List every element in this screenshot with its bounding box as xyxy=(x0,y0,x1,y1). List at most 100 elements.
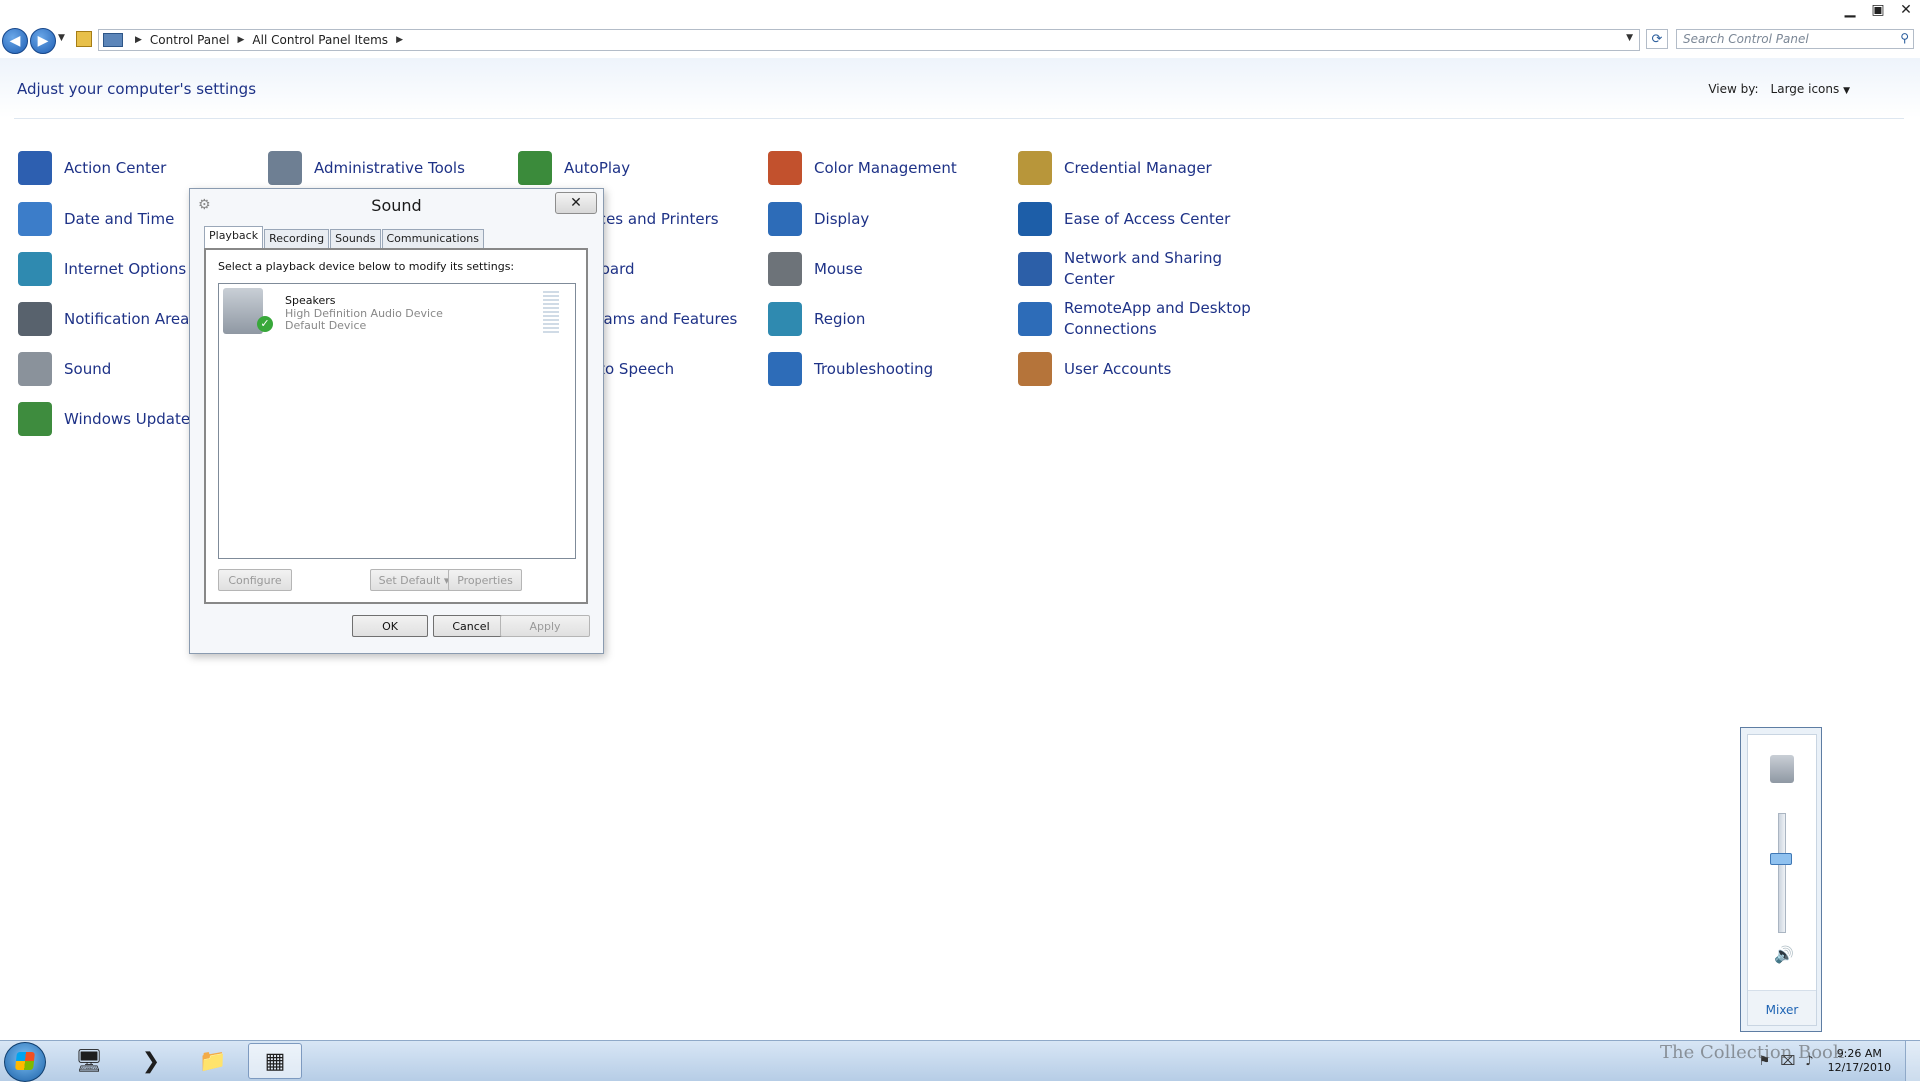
properties-button[interactable]: Properties xyxy=(448,569,522,591)
explorer-icon[interactable]: 📁 xyxy=(186,1043,240,1079)
ease-of-access-icon xyxy=(1018,202,1052,236)
set-default-button[interactable]: Set Default ▾ xyxy=(370,569,458,591)
mixer-link[interactable]: Mixer xyxy=(1748,1003,1816,1017)
speaker-icon xyxy=(18,352,52,386)
mute-speaker-icon[interactable]: 🔊 xyxy=(1774,945,1794,964)
cp-item-label: RemoteApp and Desktop Connections xyxy=(1064,299,1251,338)
cp-item-troubleshooting[interactable]: Troubleshooting xyxy=(768,347,1008,391)
mixer-area: Mixer xyxy=(1748,990,1816,1025)
admin-tools-icon xyxy=(268,151,302,185)
playback-panel: Select a playback device below to modify… xyxy=(204,248,588,604)
color-management-icon xyxy=(768,151,802,185)
minimize-button[interactable]: ▁ xyxy=(1836,0,1864,20)
device-row-speakers[interactable]: ✓ Speakers High Definition Audio Device … xyxy=(221,286,567,338)
cp-item-label: User Accounts xyxy=(1064,359,1172,378)
apply-button[interactable]: Apply xyxy=(500,615,590,637)
chevron-right-icon[interactable]: ▶ xyxy=(396,35,403,45)
control-panel-icon[interactable]: ▦ xyxy=(248,1043,302,1079)
view-by: View by: Large icons ▼ xyxy=(1708,82,1850,96)
autoplay-icon xyxy=(518,151,552,185)
chevron-right-icon[interactable]: ▶ xyxy=(238,35,245,45)
chevron-down-icon[interactable]: ▼ xyxy=(1843,86,1850,96)
calendar-icon xyxy=(18,202,52,236)
device-name: Speakers xyxy=(285,294,336,307)
cp-item-label: Troubleshooting xyxy=(814,359,934,378)
cp-item-remoteapp-and-desktop-connections[interactable]: RemoteApp and Desktop Connections xyxy=(1018,297,1258,341)
cp-item-label: Credential Manager xyxy=(1064,158,1212,177)
set-default-label: Set Default xyxy=(378,574,441,587)
view-by-label: View by: xyxy=(1708,82,1759,96)
troubleshooting-icon xyxy=(768,352,802,386)
cp-item-action-center[interactable]: Action Center xyxy=(18,146,258,190)
cp-item-display[interactable]: Display xyxy=(768,197,1008,241)
taskbar: 🖥 ❯ 📁 ▦ ⚑ ⌧ ♪ 9:26 AM 12/17/2010 xyxy=(0,1040,1920,1082)
recent-pages-dropdown-icon[interactable]: ▼ xyxy=(58,33,65,43)
tab-recording[interactable]: Recording xyxy=(264,229,330,248)
forward-button[interactable]: ▶ xyxy=(30,28,56,54)
volume-slider-track[interactable] xyxy=(1778,813,1786,933)
search-placeholder: Search Control Panel xyxy=(1683,32,1809,46)
control-panel-icon xyxy=(103,33,123,47)
windows-update-icon xyxy=(18,402,52,436)
level-meter xyxy=(543,291,559,333)
network-icon xyxy=(1018,252,1052,286)
tab-communications[interactable]: Communications xyxy=(381,229,484,248)
cp-item-label: Color Management xyxy=(814,158,957,177)
back-button[interactable]: ◀ xyxy=(2,28,28,54)
dialog-titlebar[interactable]: ⚙ Sound ✕ xyxy=(190,189,603,219)
cancel-button[interactable]: Cancel xyxy=(433,615,509,637)
start-button[interactable] xyxy=(4,1042,46,1082)
maximize-button[interactable]: ▣ xyxy=(1864,0,1892,20)
cp-item-label: Mouse xyxy=(814,259,863,278)
cp-item-label: Network and Sharing Center xyxy=(1064,249,1222,288)
show-desktop-button[interactable] xyxy=(1905,1041,1920,1081)
cp-item-network-and-sharing-center[interactable]: Network and Sharing Center xyxy=(1018,247,1258,291)
speaker-icon[interactable] xyxy=(1770,755,1794,783)
view-by-value[interactable]: Large icons xyxy=(1771,82,1840,96)
up-folder-icon[interactable] xyxy=(76,31,92,47)
breadcrumb-control-panel[interactable]: Control Panel xyxy=(150,33,230,47)
powershell-icon[interactable]: ❯ xyxy=(124,1043,178,1079)
address-dropdown-icon[interactable]: ▼ xyxy=(1626,33,1633,43)
device-list[interactable]: ✓ Speakers High Definition Audio Device … xyxy=(218,283,576,559)
view-by-dropdown[interactable]: Large icons ▼ xyxy=(1771,82,1850,96)
cp-item-user-accounts[interactable]: User Accounts xyxy=(1018,347,1258,391)
chevron-right-icon[interactable]: ▶ xyxy=(135,35,142,45)
volume-slider-thumb[interactable] xyxy=(1770,852,1792,865)
sound-dialog: ⚙ Sound ✕ Playback Recording Sounds Comm… xyxy=(189,188,604,654)
cp-item-label: Administrative Tools xyxy=(314,158,465,177)
navigation-bar: ◀ ▶ ▼ ▶ Control Panel ▶ All Control Pane… xyxy=(0,25,1920,55)
device-status: Default Device xyxy=(285,319,367,332)
cp-item-label: Windows Update xyxy=(64,409,191,428)
cp-item-autoplay[interactable]: AutoPlay xyxy=(518,146,758,190)
configure-button[interactable]: Configure xyxy=(218,569,292,591)
cp-item-color-management[interactable]: Color Management xyxy=(768,146,1008,190)
address-bar[interactable]: ▶ Control Panel ▶ All Control Panel Item… xyxy=(98,29,1640,51)
close-window-button[interactable]: ✕ xyxy=(1892,0,1920,20)
cp-item-ease-of-access-center[interactable]: Ease of Access Center xyxy=(1018,197,1258,241)
flag-icon xyxy=(18,151,52,185)
tab-playback[interactable]: Playback xyxy=(204,226,264,248)
server-manager-icon[interactable]: 🖥 xyxy=(62,1043,116,1079)
cp-item-region[interactable]: Region xyxy=(768,297,1008,341)
mouse-icon xyxy=(768,252,802,286)
cp-item-label: Display xyxy=(814,209,870,228)
refresh-button[interactable]: ⟳ xyxy=(1646,29,1668,49)
cp-item-credential-manager[interactable]: Credential Manager xyxy=(1018,146,1258,190)
users-icon xyxy=(1018,352,1052,386)
dialog-tabs: Playback Recording Sounds Communications xyxy=(204,226,485,248)
watermark: The Collection Book xyxy=(1660,1042,1844,1063)
volume-flyout: 🔊 Mixer xyxy=(1740,727,1822,1032)
globe-icon xyxy=(18,252,52,286)
page-title: Adjust your computer's settings xyxy=(17,80,257,98)
windows-logo-icon xyxy=(15,1052,35,1070)
breadcrumb-all-items[interactable]: All Control Panel Items xyxy=(252,33,388,47)
close-button[interactable]: ✕ xyxy=(555,192,597,214)
search-input[interactable]: Search Control Panel ⚲ xyxy=(1676,29,1914,49)
cp-item-mouse[interactable]: Mouse xyxy=(768,247,1008,291)
cp-item-administrative-tools[interactable]: Administrative Tools xyxy=(268,146,508,190)
tab-sounds[interactable]: Sounds xyxy=(330,229,381,248)
credential-manager-icon xyxy=(1018,151,1052,185)
search-icon[interactable]: ⚲ xyxy=(1900,31,1909,45)
ok-button[interactable]: OK xyxy=(352,615,428,637)
